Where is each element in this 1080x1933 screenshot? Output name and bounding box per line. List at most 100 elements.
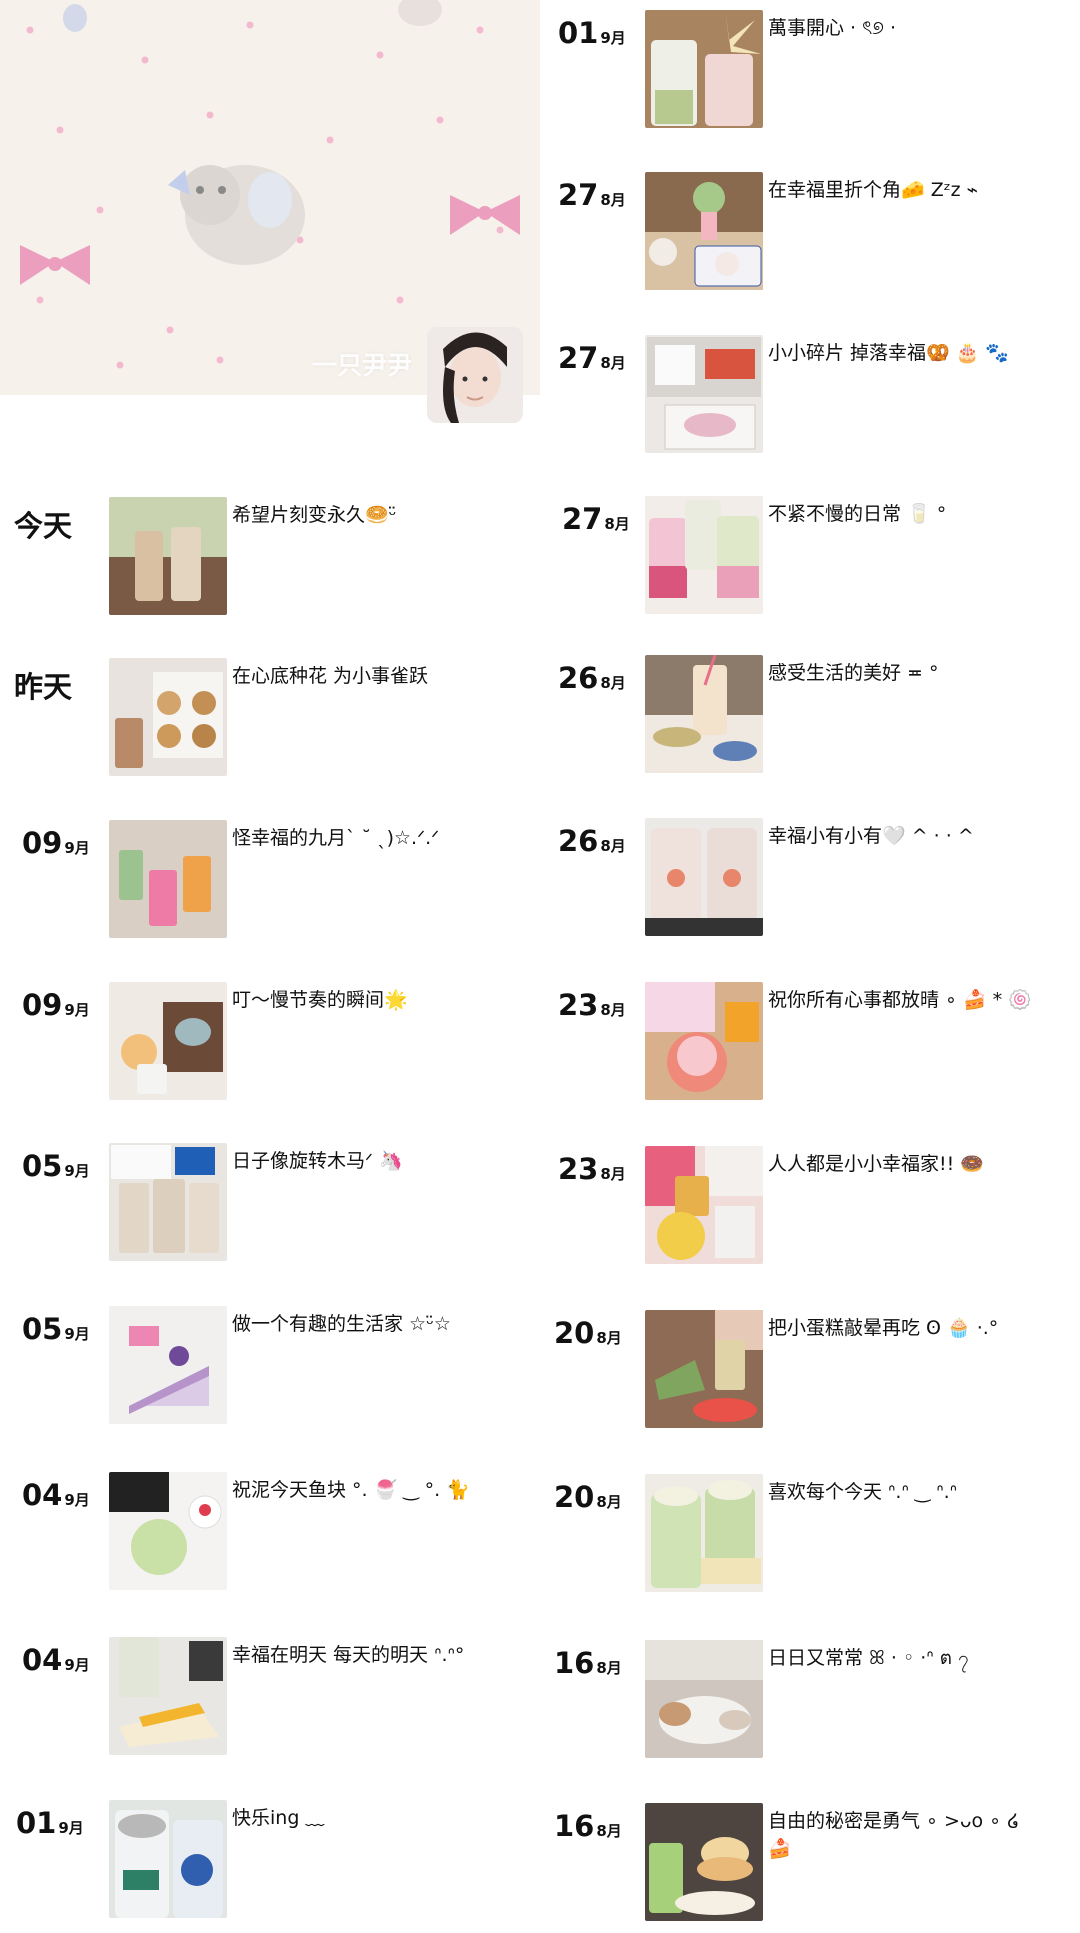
month-label: 8月 [596, 1329, 622, 1347]
entry-caption: 在幸福里折个角🧀 Zᶻz ⌁ [768, 179, 979, 201]
entry-thumbnail[interactable] [645, 1310, 763, 1428]
list-item[interactable]: 09 9月 叮～慢节奏的瞬间🌟 [22, 982, 534, 1112]
entry-caption: 感受生活的美好 ≖ ° [768, 662, 939, 684]
list-item[interactable]: 20 8月 喜欢每个今天 ᐢ.ᐢ ‿ ᐢ.ᐢ [554, 1474, 1080, 1604]
day-number: 20 [554, 1480, 595, 1514]
entry-caption: 萬事開心 · ৎ୭ · [768, 17, 896, 39]
list-item[interactable]: 16 8月 自由的秘密是勇气 ∘ >ᴗo ∘ ໒ 🍰 [554, 1803, 1080, 1933]
entry-thumbnail[interactable] [645, 818, 763, 936]
entry-caption: 幸福小有小有🤍 ^ · · ^ [768, 825, 974, 847]
day-number: 26 [558, 661, 599, 695]
entry-date: 20 8月 [554, 1316, 622, 1350]
list-item[interactable]: 27 8月 不紧不慢的日常 🥛 ° [562, 496, 1080, 626]
day-number: 26 [558, 824, 599, 858]
list-item[interactable]: 20 8月 把小蛋糕敲晕再吃 ʘ 🧁 ·.° [554, 1310, 1080, 1440]
month-label: 8月 [604, 515, 630, 533]
entry-date: 09 9月 [22, 988, 90, 1022]
list-item[interactable]: 05 9月 做一个有趣的生活家 ☆ᵕ̈☆ [22, 1306, 534, 1436]
month-label: 8月 [600, 191, 626, 209]
day-number: 16 [554, 1646, 595, 1680]
right-column: 01 9月 萬事開心 · ৎ୭ · 27 8月 在幸福里折个角🧀 Zᶻz ⌁ 2… [540, 0, 1080, 1922]
month-label: 9月 [600, 29, 626, 47]
day-number: 16 [554, 1809, 595, 1843]
entry-thumbnail[interactable] [109, 1637, 227, 1755]
entry-caption: 日子像旋转木马ᐟ 🦄 [232, 1150, 403, 1172]
day-number: 05 [22, 1149, 63, 1183]
entry-caption: 喜欢每个今天 ᐢ.ᐢ ‿ ᐢ.ᐢ [768, 1481, 958, 1503]
day-number: 04 [22, 1478, 63, 1512]
list-item[interactable]: 26 8月 幸福小有小有🤍 ^ · · ^ [558, 818, 1080, 948]
month-label: 8月 [596, 1822, 622, 1840]
entry-date: 01 9月 [558, 16, 626, 50]
entry-date: 27 8月 [558, 178, 626, 212]
entry-thumbnail[interactable] [109, 497, 227, 615]
list-item[interactable]: 04 9月 祝泥今天鱼块 °. 🍧 ‿ °. 🐈 [22, 1472, 534, 1602]
entry-thumbnail[interactable] [645, 172, 763, 290]
entry-date: 04 9月 [22, 1478, 90, 1512]
day-number: 01 [558, 16, 599, 50]
left-column: 今天 希望片刻变永久🥯ᵕ̈ 昨天 在心底种花 为小事雀跃 09 9月 怪幸福的九… [0, 0, 540, 1922]
day-number: 27 [558, 341, 599, 375]
list-item[interactable]: 23 8月 人人都是小小幸福家!! 🍩 [558, 1146, 1080, 1276]
entry-thumbnail[interactable] [109, 820, 227, 938]
list-item[interactable]: 今天 希望片刻变永久🥯ᵕ̈ [14, 497, 534, 627]
list-item[interactable]: 26 8月 感受生活的美好 ≖ ° [558, 655, 1080, 785]
list-item[interactable]: 27 8月 小小碎片 掉落幸福🥨 🎂 🐾 [558, 335, 1080, 465]
list-item[interactable]: 23 8月 祝你所有心事都放晴 ∘ 🍰 * 🍥 [558, 982, 1080, 1112]
entry-thumbnail[interactable] [109, 982, 227, 1100]
list-item[interactable]: 09 9月 怪幸福的九月ˋ ˘ ˎ)☆.ᐟ.ᐟ [22, 820, 534, 950]
entry-thumbnail[interactable] [645, 1803, 763, 1921]
entry-thumbnail[interactable] [109, 658, 227, 776]
entry-thumbnail[interactable] [109, 1143, 227, 1261]
entry-caption: 祝你所有心事都放晴 ∘ 🍰 * 🍥 [768, 989, 1032, 1011]
month-label: 8月 [600, 354, 626, 372]
list-item[interactable]: 16 8月 日日又常常 ꕤ · ◦ ·ᐢ ต ၇ [554, 1640, 1080, 1770]
entry-caption: 希望片刻变永久🥯ᵕ̈ [232, 504, 397, 526]
entry-thumbnail[interactable] [645, 1640, 763, 1758]
month-label: 9月 [64, 1325, 90, 1343]
entry-date: 05 9月 [22, 1312, 90, 1346]
entry-date: 23 8月 [558, 1152, 626, 1186]
entry-date: 09 9月 [22, 826, 90, 860]
entry-thumbnail[interactable] [645, 1474, 763, 1592]
entry-thumbnail[interactable] [109, 1306, 227, 1424]
entry-thumbnail[interactable] [645, 1146, 763, 1264]
entry-caption: 在心底种花 为小事雀跃 [232, 665, 429, 687]
entry-date: 16 8月 [554, 1646, 622, 1680]
entry-thumbnail[interactable] [645, 10, 763, 128]
day-number: 01 [16, 1806, 57, 1840]
entry-date: 26 8月 [558, 824, 626, 858]
entry-thumbnail[interactable] [645, 655, 763, 773]
list-item[interactable]: 昨天 在心底种花 为小事雀跃 [14, 658, 534, 788]
day-number: 05 [22, 1312, 63, 1346]
month-label: 9月 [64, 1162, 90, 1180]
entry-caption: 小小碎片 掉落幸福🥨 🎂 🐾 [768, 342, 1010, 364]
month-label: 8月 [600, 837, 626, 855]
entry-date: 23 8月 [558, 988, 626, 1022]
list-item[interactable]: 27 8月 在幸福里折个角🧀 Zᶻz ⌁ [558, 172, 1080, 302]
entry-date: 16 8月 [554, 1809, 622, 1843]
entry-thumbnail[interactable] [109, 1800, 227, 1918]
entry-caption: 祝泥今天鱼块 °. 🍧 ‿ °. 🐈 [232, 1479, 470, 1501]
entry-date: 27 8月 [558, 341, 626, 375]
list-item[interactable]: 01 9月 萬事開心 · ৎ୭ · [558, 10, 1080, 140]
month-label: 8月 [596, 1493, 622, 1511]
list-item[interactable]: 05 9月 日子像旋转木马ᐟ 🦄 [22, 1143, 534, 1273]
day-number: 27 [558, 178, 599, 212]
entry-caption: 怪幸福的九月ˋ ˘ ˎ)☆.ᐟ.ᐟ [232, 827, 440, 849]
month-label: 8月 [600, 1165, 626, 1183]
month-label: 8月 [600, 1001, 626, 1019]
entry-caption: 幸福在明天 每天的明天 ᐢ.ᐢ° [232, 1644, 465, 1666]
day-number: 04 [22, 1643, 63, 1677]
entry-thumbnail[interactable] [645, 496, 763, 614]
entry-thumbnail[interactable] [645, 982, 763, 1100]
list-item[interactable]: 01 9月 快乐ing ﹏ [16, 1800, 534, 1930]
entry-thumbnail[interactable] [109, 1472, 227, 1590]
entry-thumbnail[interactable] [645, 335, 763, 453]
month-label: 9月 [58, 1819, 84, 1837]
month-label: 8月 [596, 1659, 622, 1677]
day-number: 09 [22, 826, 63, 860]
entry-caption: 日日又常常 ꕤ · ◦ ·ᐢ ต ၇ [768, 1647, 969, 1669]
list-item[interactable]: 04 9月 幸福在明天 每天的明天 ᐢ.ᐢ° [22, 1637, 534, 1767]
entry-caption: 快乐ing ﹏ [232, 1807, 325, 1829]
